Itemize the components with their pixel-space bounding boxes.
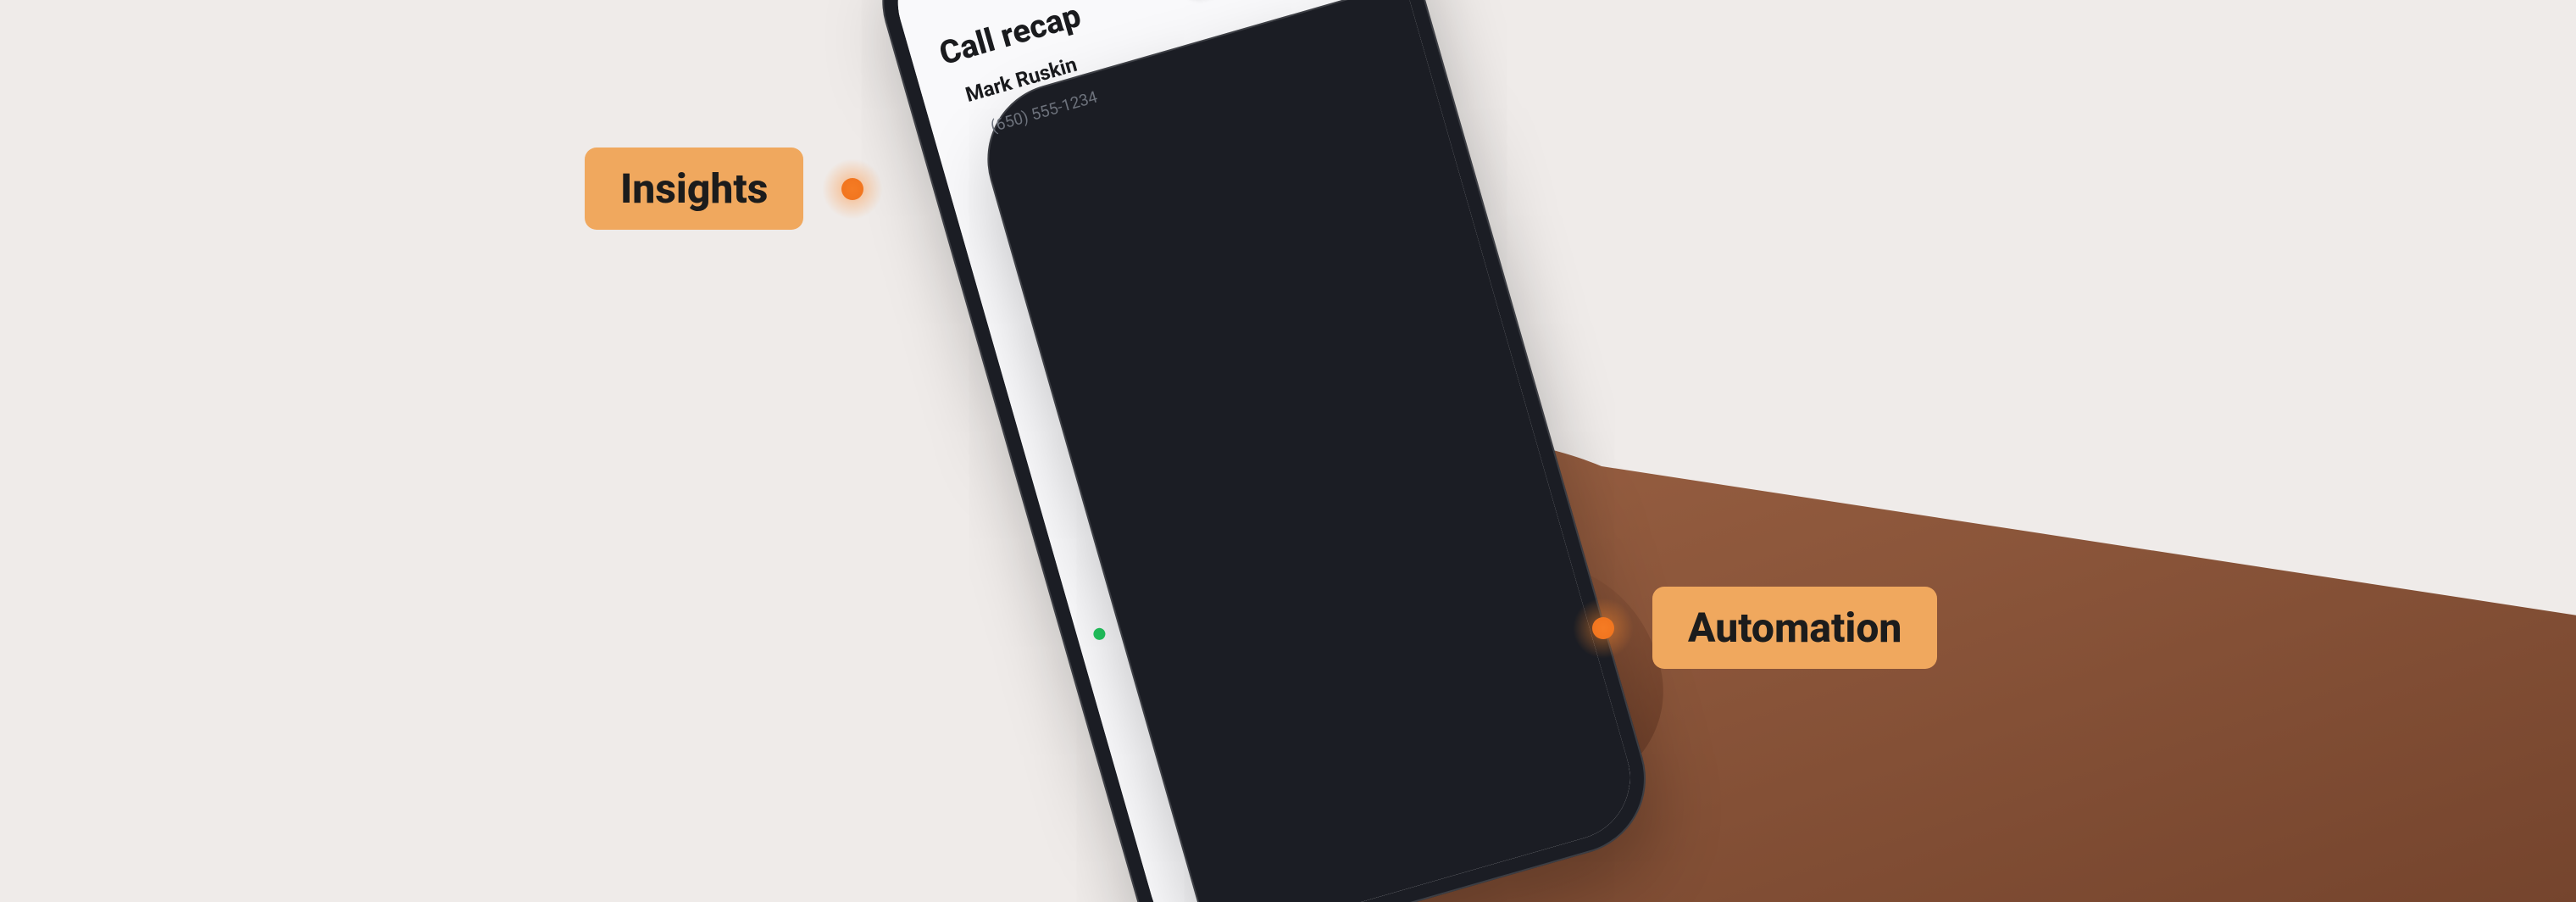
callout-insights: Insights	[585, 148, 883, 230]
callout-dot-icon	[1573, 598, 1634, 659]
callout-automation: Automation	[1573, 587, 1937, 669]
avatar	[1093, 587, 1108, 639]
callout-dot-icon	[822, 159, 883, 220]
contact-card[interactable]: Mark Ruskin (650) 555-1234	[950, 0, 1645, 902]
contact-phone: (650) 555-1234	[969, 0, 1645, 902]
callout-label: Automation	[1652, 587, 1937, 669]
stage: 9:41	[0, 0, 2576, 902]
call-recap-sheet: Call recap View in call history Mark Rus…	[887, 0, 1645, 902]
presence-indicator	[1089, 623, 1110, 644]
phone: 9:41	[864, 0, 1663, 902]
callout-label: Insights	[585, 148, 803, 230]
